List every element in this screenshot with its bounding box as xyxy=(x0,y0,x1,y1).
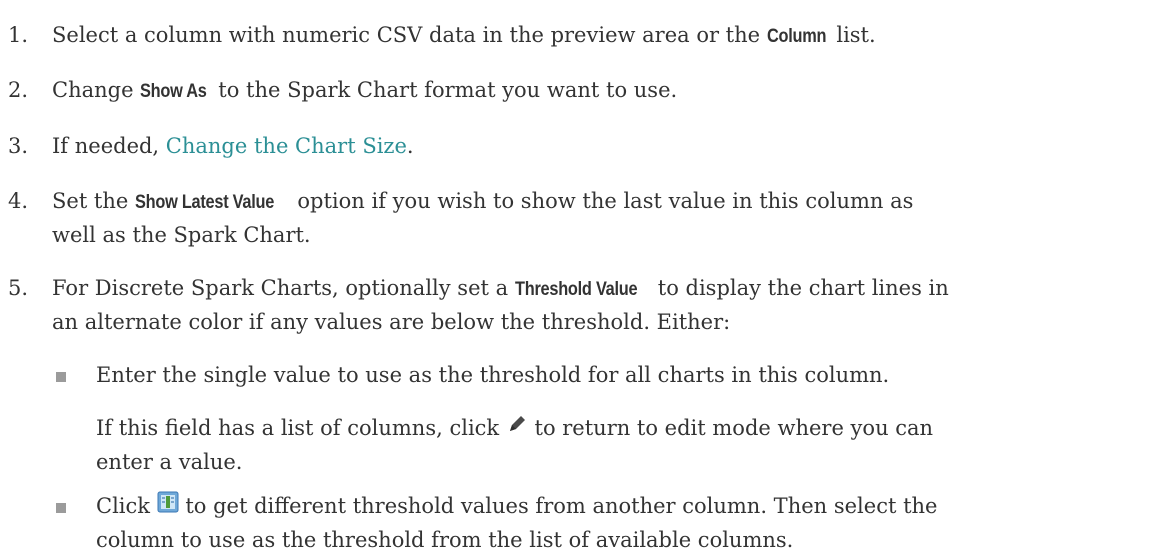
step-text-part: If needed, xyxy=(52,134,166,158)
ui-term-show-as: Show As xyxy=(140,81,207,102)
ui-term-threshold-value: Threshold Value xyxy=(514,279,638,300)
change-chart-size-link[interactable]: Change the Chart Size xyxy=(166,134,407,158)
bullet-text-part: enter a value. xyxy=(96,449,243,474)
bullet-text-part: to get different threshold values from a… xyxy=(178,494,938,518)
bullet-text-part: column to use as the threshold from the … xyxy=(96,527,794,552)
bullet-text: Enter the single value to use as the thr… xyxy=(96,359,1146,391)
step-text: Select a column with numeric CSV data in… xyxy=(52,19,1142,53)
bullet-marker xyxy=(56,372,66,382)
step-text-part: Set the xyxy=(52,189,135,213)
bullet-marker xyxy=(56,503,66,513)
bullet-para-text: If this field has a list of columns, cli… xyxy=(96,412,1146,478)
step-text-part: to the Spark Chart format you want to us… xyxy=(211,78,678,102)
bullet-text-part: to return to edit mode where you can xyxy=(527,416,934,440)
bullet-text-part: Enter the single value to use as the thr… xyxy=(96,363,890,387)
step-text: Change Show As to the Spark Chart format… xyxy=(52,74,1142,108)
step-text-part: . xyxy=(406,134,414,158)
step-text: For Discrete Spark Charts, optionally se… xyxy=(52,272,1142,338)
step-text-part: list. xyxy=(829,23,876,47)
step-text: Set the Show Latest Value option if you … xyxy=(52,185,1142,251)
step-number: 2. xyxy=(8,78,29,102)
step-number: 1. xyxy=(8,23,29,47)
step-text-part: to display the chart lines in xyxy=(651,276,949,300)
ui-term-column: Column xyxy=(766,26,827,47)
bullet-text: Click to get different threshold values … xyxy=(96,490,1146,556)
ui-term-show-latest-value: Show Latest Value xyxy=(135,192,275,213)
step-text-part: Select a column with numeric CSV data in… xyxy=(52,23,767,47)
step-text-part: well as the Spark Chart. xyxy=(52,223,311,247)
bullet-text-part: Click xyxy=(96,494,157,518)
step-text-part: an alternate color if any values are bel… xyxy=(52,310,731,334)
step-text: If needed, Change the Chart Size. xyxy=(52,130,1142,162)
step-number: 5. xyxy=(8,276,29,300)
bullet-text-part: If this field has a list of columns, cli… xyxy=(96,416,506,440)
pencil-icon[interactable] xyxy=(506,412,528,444)
step-text-part: Change xyxy=(52,78,141,102)
step-text-part: option if you wish to show the last valu… xyxy=(290,189,914,213)
step-number: 4. xyxy=(8,189,29,213)
instruction-page: 1. Select a column with numeric CSV data… xyxy=(0,0,1164,552)
step-number: 3. xyxy=(8,134,29,158)
step-text-part: For Discrete Spark Charts, optionally se… xyxy=(52,276,515,300)
column-picker-icon[interactable] xyxy=(157,490,179,522)
